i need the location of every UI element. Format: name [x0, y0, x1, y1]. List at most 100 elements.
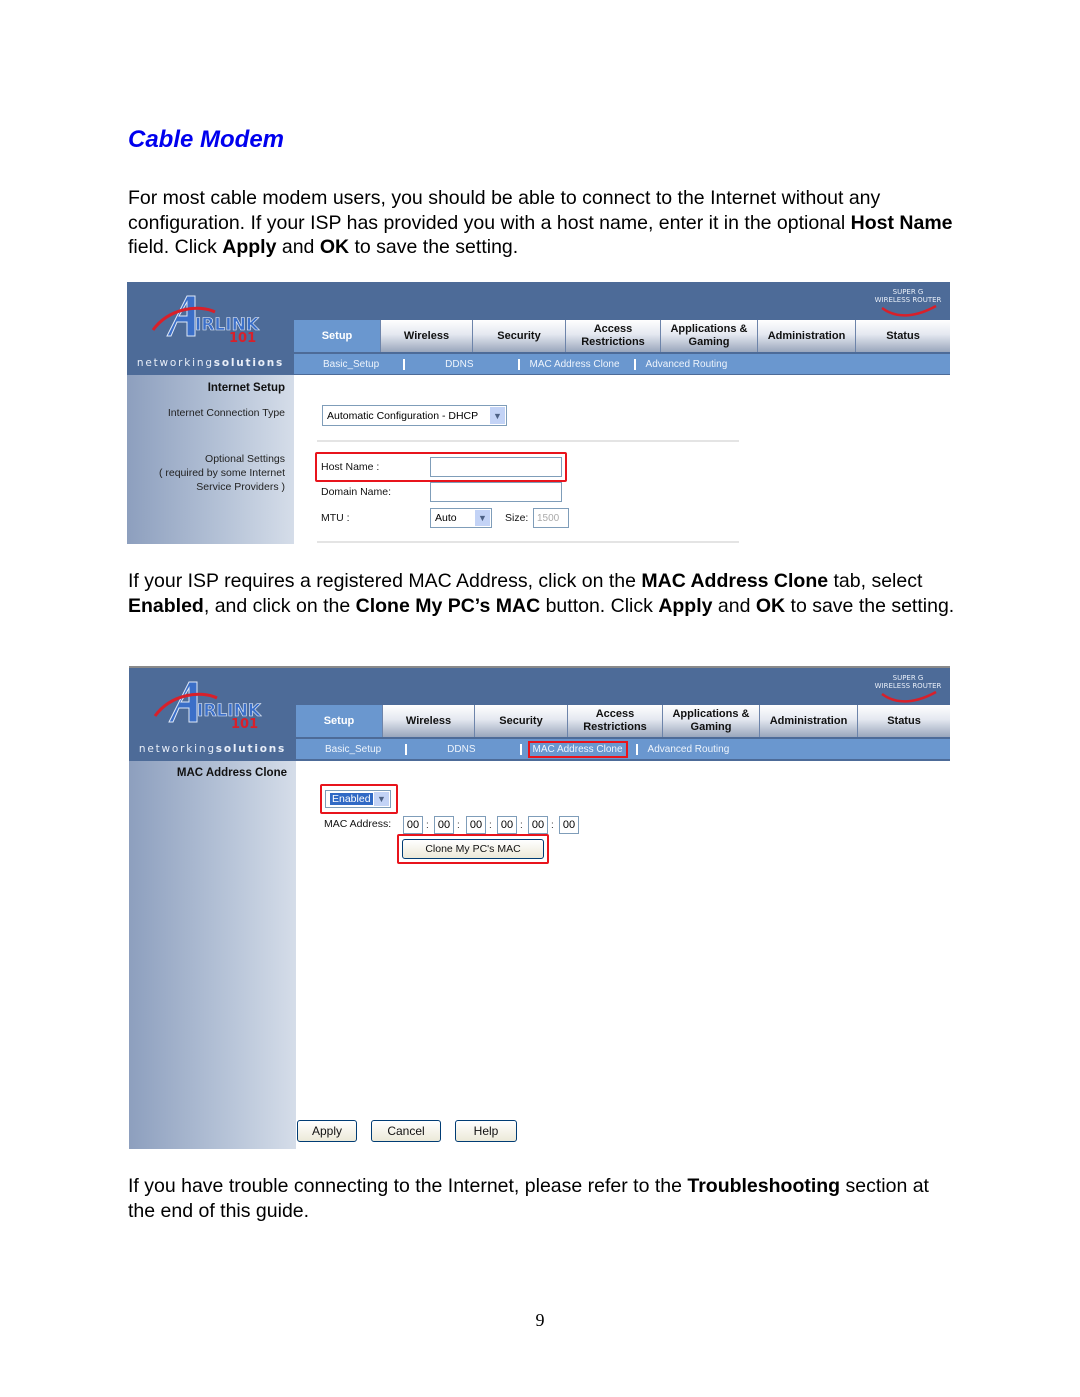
highlight-box [315, 452, 567, 482]
mac-octet-input[interactable]: 00 [466, 816, 486, 834]
troubleshooting-paragraph: If you have trouble connecting to the In… [128, 1174, 958, 1223]
logo-area: IRLINK 101 networkingsolutions [127, 282, 294, 375]
subtab-advanced-routing[interactable]: Advanced Routing [646, 359, 728, 370]
intro-paragraph: For most cable modem users, you should b… [128, 186, 958, 260]
divider [317, 541, 739, 543]
text: If your ISP requires a registered MAC Ad… [128, 570, 642, 592]
tab-administration[interactable]: Administration [758, 320, 856, 352]
mtu-size-label: Size: [505, 512, 529, 524]
mtu-select[interactable]: Auto ▼ [430, 508, 492, 528]
mac-octet-input[interactable]: 00 [528, 816, 548, 834]
bold-text: Apply [222, 236, 277, 258]
svg-text:101: 101 [231, 717, 258, 730]
settings-sidebar: MAC Address Clone [129, 761, 296, 1149]
bold-text: Apply [658, 594, 713, 617]
mac-address-label: MAC Address: [324, 818, 392, 830]
text: field. Click [128, 236, 223, 258]
mtu-label: MTU : [321, 512, 350, 524]
subtab-mac-address-clone[interactable]: MAC Address Clone [527, 740, 628, 758]
text: and [712, 594, 756, 617]
airlink-logo: IRLINK 101 [153, 681, 262, 730]
text: to save the setting. [349, 236, 519, 258]
sub-tabs: Basic_Setup DDNS MAC Address Clone Advan… [296, 739, 950, 759]
connection-type-value: Automatic Configuration - DHCP [327, 409, 479, 422]
airlink-logo: IRLINK 101 [151, 295, 260, 344]
subtab-mac-address-clone[interactable]: MAC Address Clone [530, 359, 620, 370]
connection-type-label: Internet Connection Type [167, 407, 285, 419]
tab-security[interactable]: Security [473, 320, 566, 352]
colon: : [489, 820, 492, 831]
colon: : [551, 820, 554, 831]
text: and [276, 236, 320, 258]
mac-octet-input[interactable]: 00 [559, 816, 579, 834]
tab-status[interactable]: Status [856, 320, 950, 352]
tagline: networkingsolutions [136, 357, 285, 369]
logo-area: IRLINK 101 networkingsolutions [129, 668, 296, 761]
help-button[interactable]: Help [455, 1120, 517, 1142]
section-title: Internet Setup [207, 382, 285, 394]
text: If you have trouble connecting to the In… [128, 1175, 688, 1197]
svg-text:101: 101 [229, 331, 256, 344]
tab-access-restrictions[interactable]: Access Restrictions [566, 320, 661, 352]
chevron-down-icon: ▼ [475, 510, 490, 526]
subtab-advanced-routing[interactable]: Advanced Routing [648, 744, 730, 755]
text: to save the setting. [785, 594, 955, 617]
tagline: networkingsolutions [138, 743, 287, 755]
mtu-size-input[interactable] [533, 508, 569, 528]
text: , and click on the [203, 594, 356, 617]
highlight-box [320, 784, 398, 814]
colon: : [426, 820, 429, 831]
tab-applications-gaming[interactable]: Applications & Gaming [663, 705, 760, 737]
colon: : [457, 820, 460, 831]
subtab-basic-setup[interactable]: Basic_Setup [323, 359, 379, 370]
settings-sidebar: Internet Setup Internet Connection Type … [127, 375, 294, 544]
mac-clone-paragraph: If your ISP requires a registered MAC Ad… [128, 569, 958, 618]
main-tabs: Setup Wireless Security Access Restricti… [294, 320, 950, 352]
domain-name-input[interactable] [430, 482, 562, 502]
section-title: MAC Address Clone [176, 767, 287, 779]
subtab-ddns[interactable]: DDNS [445, 359, 473, 370]
separator [517, 358, 520, 370]
router-screenshot-mac-clone: IRLINK 101 networkingsolutions SUPER G W… [129, 666, 950, 1149]
tab-status[interactable]: Status [858, 705, 950, 737]
apply-button[interactable]: Apply [297, 1120, 357, 1142]
tab-applications-gaming[interactable]: Applications & Gaming [661, 320, 758, 352]
tab-wireless[interactable]: Wireless [381, 320, 473, 352]
cancel-button[interactable]: Cancel [371, 1120, 441, 1142]
highlight-box [397, 834, 549, 864]
optional-settings-label: Optional Settings( required by some Inte… [158, 453, 285, 493]
tab-administration[interactable]: Administration [760, 705, 858, 737]
mac-octet-input[interactable]: 00 [434, 816, 454, 834]
text: button. Click [540, 594, 659, 617]
mtu-value: Auto [435, 512, 457, 524]
tab-security[interactable]: Security [475, 705, 568, 737]
tab-setup[interactable]: Setup [296, 705, 383, 737]
divider [317, 440, 739, 442]
bold-text: OK [755, 594, 786, 617]
section-heading: Cable Modem [128, 126, 285, 153]
tab-wireless[interactable]: Wireless [383, 705, 475, 737]
separator [519, 743, 522, 755]
bold-text: Troubleshooting [687, 1175, 841, 1197]
bold-text: Host Name [850, 211, 953, 234]
text: tab, select [828, 570, 923, 592]
bold-text: Clone My PC’s MAC [355, 594, 541, 617]
subtab-ddns[interactable]: DDNS [447, 744, 475, 755]
page-number: 9 [535, 1310, 545, 1330]
separator [403, 358, 406, 370]
tab-access-restrictions[interactable]: Access Restrictions [568, 705, 663, 737]
colon: : [520, 820, 523, 831]
subtab-basic-setup[interactable]: Basic_Setup [325, 744, 381, 755]
tab-setup[interactable]: Setup [294, 320, 381, 352]
connection-type-select[interactable]: Automatic Configuration - DHCP ▼ [322, 405, 507, 426]
text: For most cable modem users, you should b… [128, 187, 881, 234]
super-g-badge: SUPER G WIRELESS ROUTER [868, 672, 948, 706]
super-g-badge: SUPER G WIRELESS ROUTER [868, 286, 948, 320]
mac-octet-input[interactable]: 00 [497, 816, 517, 834]
separator [405, 743, 408, 755]
separator [633, 358, 636, 370]
bold-text: Enabled [128, 594, 204, 617]
main-tabs: Setup Wireless Security Access Restricti… [296, 705, 950, 737]
mac-octet-input[interactable]: 00 [403, 816, 423, 834]
bold-text: MAC Address Clone [641, 570, 829, 592]
